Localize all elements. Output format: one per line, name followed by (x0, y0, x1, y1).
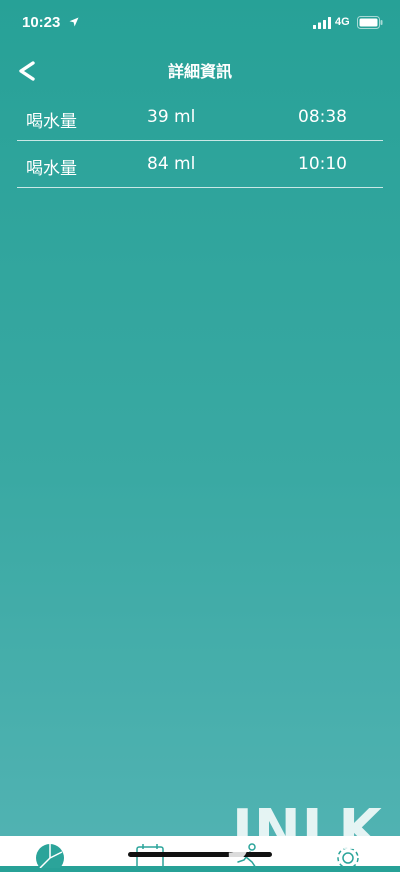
status-time: 10:23 (22, 14, 61, 31)
location-arrow-icon (69, 17, 79, 27)
watermark: JNLK (232, 798, 383, 863)
record-time: 08:38 (298, 107, 347, 127)
network-label: 4G (335, 16, 350, 28)
record-label: 喝水量 (26, 159, 77, 179)
signal-icon (313, 17, 331, 29)
record-amount: 84 ml (147, 154, 196, 174)
record-list: 喝水量 39 ml 08:38 喝水量 84 ml 10:10 (17, 94, 383, 188)
record-label: 喝水量 (26, 112, 77, 132)
battery-icon (357, 16, 383, 29)
tab-statistics[interactable] (34, 842, 74, 872)
record-time: 10:10 (298, 154, 347, 174)
list-item[interactable]: 喝水量 84 ml 10:10 (17, 141, 383, 188)
list-item[interactable]: 喝水量 39 ml 08:38 (17, 94, 383, 141)
navigation-bar: 詳細資訊 (0, 48, 400, 94)
pie-chart-icon (36, 844, 64, 872)
status-bar: 10:23 4G (0, 0, 400, 48)
record-amount: 39 ml (147, 107, 196, 127)
page-title: 詳細資訊 (167, 62, 232, 81)
